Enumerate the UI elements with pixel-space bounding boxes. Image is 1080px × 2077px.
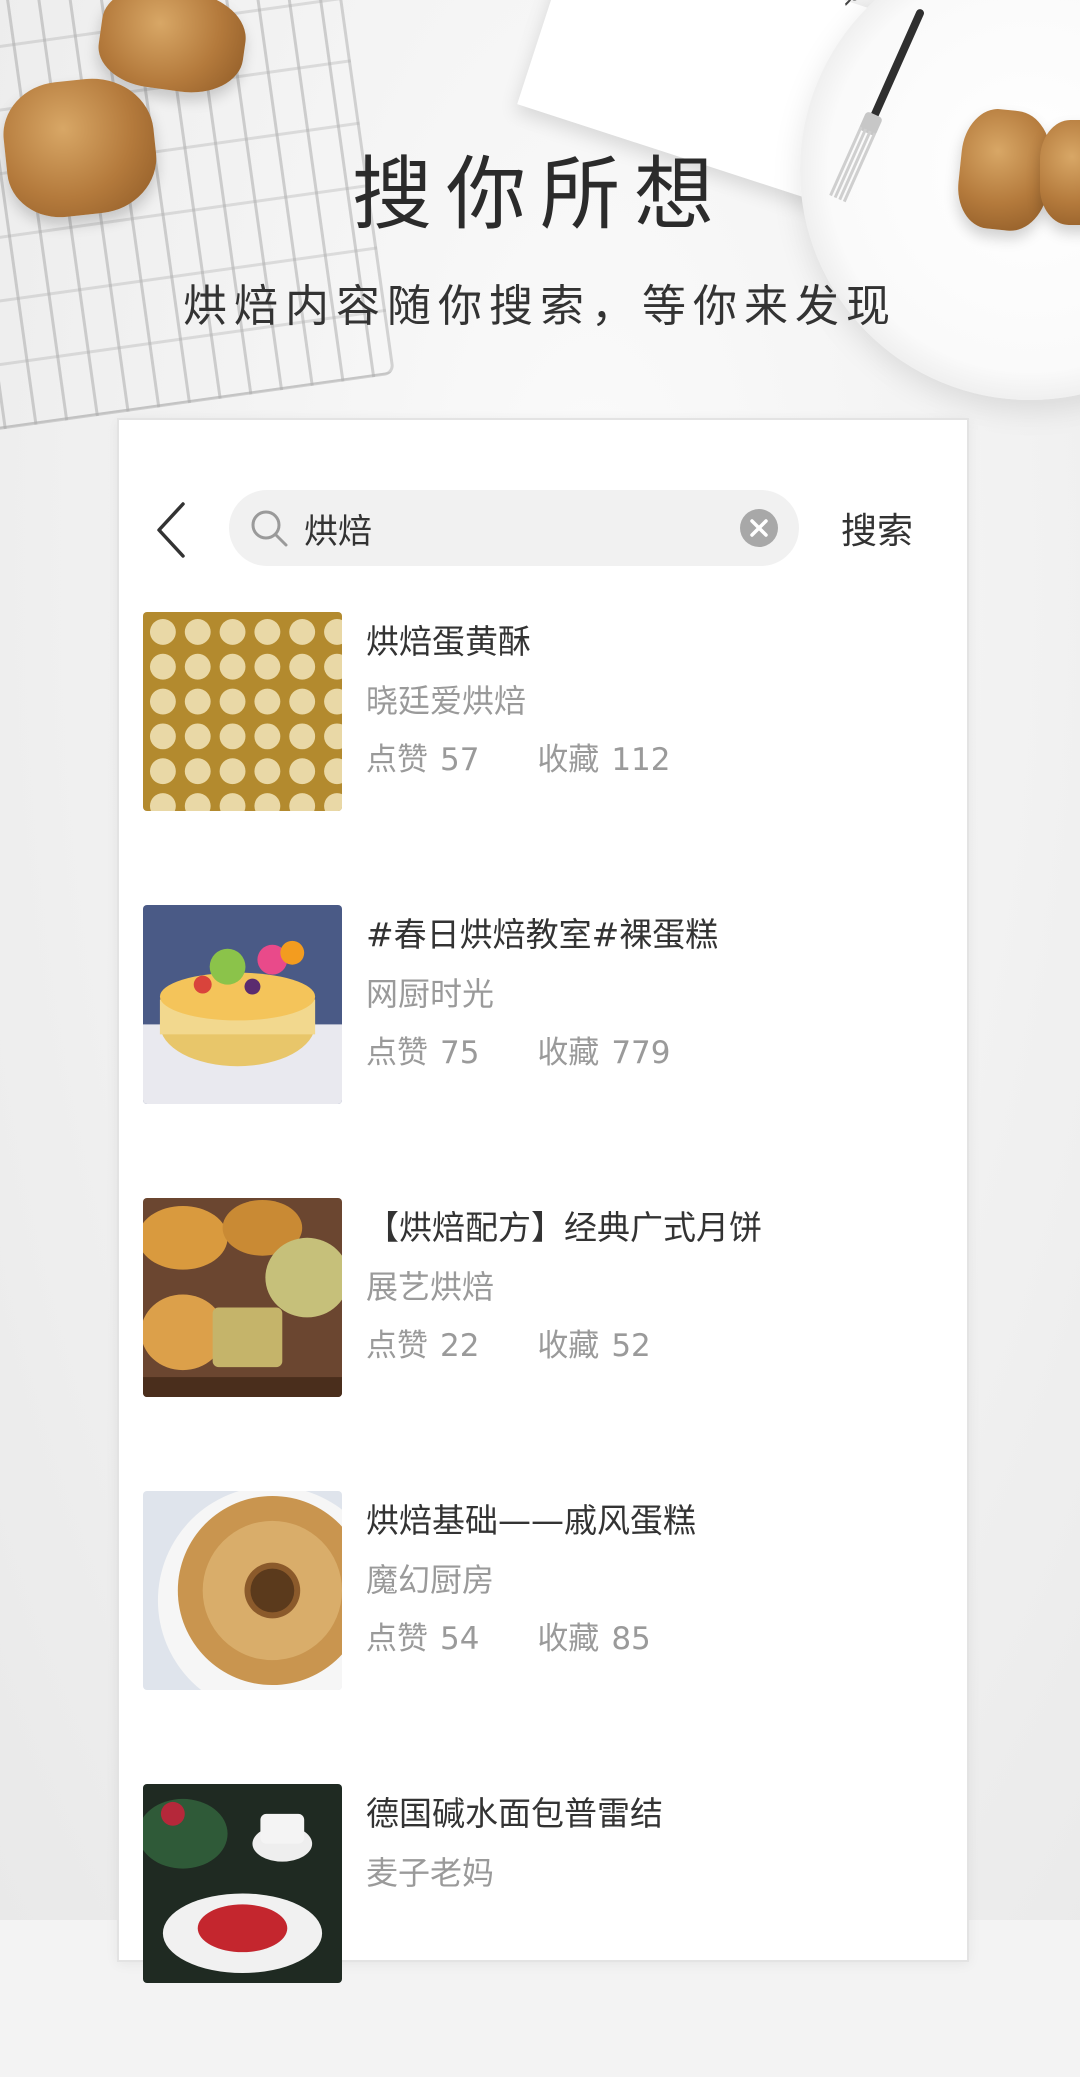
search-icon — [251, 510, 288, 547]
hero-title: 搜你所想 — [352, 148, 728, 241]
hero-subtitle: 烘焙内容随你搜索，等你来发现 — [183, 281, 897, 332]
likes-count: 22 — [440, 1328, 480, 1364]
likes-label: 点赞 — [366, 742, 428, 778]
recipe-thumbnail — [143, 905, 342, 1104]
recipe-thumbnail — [143, 1784, 342, 1983]
clear-icon[interactable] — [739, 508, 779, 548]
result-item[interactable]: 烘焙基础——戚风蛋糕 魔幻厨房 点赞 54 收藏 85 — [143, 1491, 943, 1784]
recipe-stats: 点赞 75 收藏 779 — [366, 1033, 936, 1073]
favorites-count: 85 — [611, 1621, 651, 1657]
likes-label: 点赞 — [366, 1621, 428, 1657]
recipe-thumbnail — [143, 1491, 342, 1690]
favorites-count: 779 — [611, 1035, 671, 1071]
likes-count: 57 — [440, 742, 480, 778]
favorites-label: 收藏 — [537, 1035, 600, 1071]
result-item[interactable]: 德国碱水面包普雷结 麦子老妈 — [143, 1784, 943, 2077]
recipe-title: #春日烘焙教室#裸蛋糕 — [366, 915, 719, 954]
recipe-author: 展艺烘焙 — [366, 1268, 495, 1306]
likes-label: 点赞 — [366, 1328, 428, 1364]
favorites-label: 收藏 — [537, 1621, 600, 1657]
recipe-author: 麦子老妈 — [366, 1854, 495, 1892]
result-item[interactable]: 烘焙蛋黄酥 晓廷爱烘焙 点赞 57 收藏 112 — [143, 612, 943, 905]
likes-count: 75 — [440, 1035, 480, 1071]
recipe-author: 魔幻厨房 — [366, 1561, 495, 1599]
result-item[interactable]: 【烘焙配方】经典广式月饼 展艺烘焙 点赞 22 收藏 52 — [143, 1198, 943, 1491]
recipe-stats: 点赞 22 收藏 52 — [366, 1326, 936, 1366]
back-button[interactable] — [147, 500, 197, 560]
likes-count: 54 — [440, 1621, 480, 1657]
recipe-title: 德国碱水面包普雷结 — [366, 1794, 663, 1833]
result-list: 烘焙蛋黄酥 晓廷爱烘焙 点赞 57 收藏 112 #春日烘焙教室#裸蛋糕 网厨时… — [143, 612, 943, 2077]
recipe-title: 烘焙蛋黄酥 — [366, 622, 531, 661]
recipe-thumbnail — [143, 1198, 342, 1397]
chevron-left-icon — [157, 502, 185, 558]
recipe-author: 晓廷爱烘焙 — [366, 682, 527, 720]
search-card: 搜索 烘焙蛋黄酥 晓廷爱烘焙 — [117, 418, 969, 1983]
likes-label: 点赞 — [366, 1035, 428, 1071]
search-button[interactable]: 搜索 — [841, 502, 913, 554]
favorites-label: 收藏 — [537, 1328, 600, 1364]
recipe-stats: 点赞 54 收藏 85 — [366, 1619, 936, 1659]
recipe-title: 【烘焙配方】经典广式月饼 — [366, 1208, 762, 1247]
favorites-count: 52 — [611, 1328, 651, 1364]
favorites-count: 112 — [611, 742, 671, 778]
search-bar[interactable] — [229, 490, 799, 566]
search-input[interactable] — [304, 490, 724, 566]
recipe-stats: 点赞 57 收藏 112 — [366, 740, 936, 780]
recipe-thumbnail — [143, 612, 342, 811]
favorites-label: 收藏 — [537, 742, 600, 778]
recipe-author: 网厨时光 — [366, 975, 495, 1013]
recipe-title: 烘焙基础——戚风蛋糕 — [366, 1501, 696, 1540]
result-item[interactable]: #春日烘焙教室#裸蛋糕 网厨时光 点赞 75 收藏 779 — [143, 905, 943, 1198]
